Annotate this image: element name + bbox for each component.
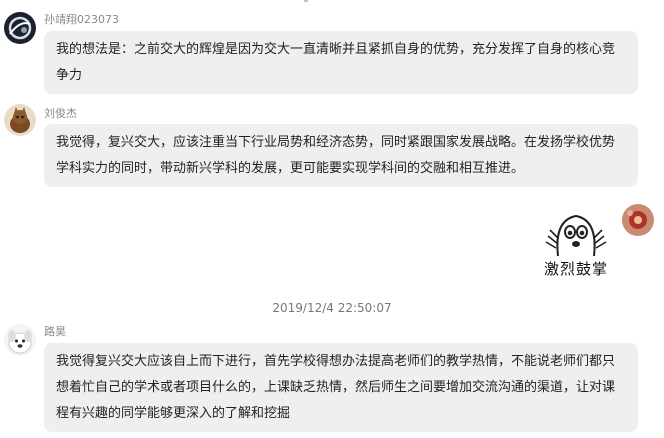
message-bubble: 我觉得，复兴交大，应该注重当下行业局势和经济态势，同时紧跟国家发展战略。在发扬学… (44, 124, 638, 187)
white-dog-avatar-icon (4, 324, 36, 356)
sender-name: 路昊 (44, 325, 66, 338)
avatar[interactable] (4, 324, 36, 356)
sticker[interactable]: 激烈鼓掌 (536, 206, 616, 284)
message-bubble: 我觉得复兴交大应该自上而下进行，首先学校得想办法提高老师们的教学热情，不能说老师… (44, 343, 638, 432)
avatar[interactable] (4, 12, 36, 44)
sticker-caption: 激烈鼓掌 (543, 260, 608, 278)
timestamp: 2019/12/4 22:50:07 (272, 301, 392, 315)
dark-swirl-avatar-icon (4, 12, 36, 44)
avatar[interactable] (4, 104, 36, 136)
brown-cat-avatar-icon (4, 104, 36, 136)
avatar[interactable] (622, 204, 654, 236)
sender-name: 孙靖翔023073 (44, 13, 119, 26)
scroll-indicator (304, 0, 308, 2)
sender-name: 刘俊杰 (44, 107, 77, 120)
red-flower-avatar-icon (622, 204, 654, 236)
clapping-blob-icon (545, 214, 607, 257)
message-bubble: 我的想法是：之前交大的辉煌是因为交大一直清晰并且紧抓自身的优势，充分发挥了自身的… (44, 31, 638, 94)
